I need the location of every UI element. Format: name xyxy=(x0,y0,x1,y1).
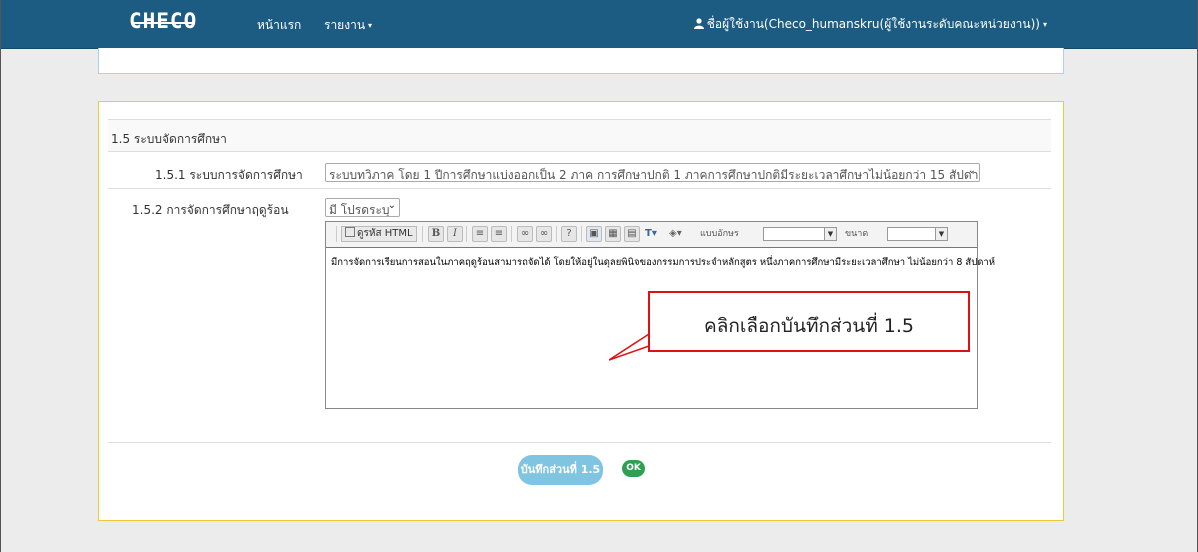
save-section-button[interactable]: บันทึกส่วนที่ 1.5 xyxy=(518,455,603,485)
bold-button[interactable]: B xyxy=(428,226,444,242)
toolbar-separator xyxy=(511,226,512,242)
chevron-down-icon: ⌄ xyxy=(387,200,396,211)
row-divider xyxy=(108,188,1051,189)
education-system-select[interactable]: ระบบทวิภาค โดย 1 ปีการศึกษาแบ่งออกเป็น 2… xyxy=(325,163,980,182)
image-button[interactable]: ▣ xyxy=(586,226,602,242)
horizontal-rule-button[interactable]: ▤ xyxy=(624,226,640,242)
callout-box: คลิกเลือกบันทึกส่วนที่ 1.5 xyxy=(648,291,970,352)
toolbar-separator xyxy=(422,226,423,242)
chevron-down-icon: ▾ xyxy=(368,21,373,30)
editor-toolbar: ดูรหัส HTML B I ≡ ≡ ∞ ∞ ? ▣ ▦ ▤ T▾ ◈▾ แบ… xyxy=(326,222,977,248)
summer-session-select[interactable]: มี โปรดระบุ ⌄ xyxy=(325,198,400,217)
chevron-down-icon: ▼ xyxy=(935,228,947,240)
previous-panel-bottom xyxy=(98,48,1064,74)
view-source-button[interactable]: ดูรหัส HTML xyxy=(341,226,417,242)
section-panel: 1.5 ระบบจัดการศึกษา 1.5.1 ระบบการจัดการศ… xyxy=(98,101,1064,521)
toolbar-separator xyxy=(466,226,467,242)
callout-text: คลิกเลือกบันทึกส่วนที่ 1.5 xyxy=(703,315,915,337)
unlink-icon: ∞ xyxy=(539,228,549,239)
italic-button[interactable]: I xyxy=(447,226,463,242)
background-color-button[interactable]: ◈▾ xyxy=(669,226,682,242)
brand-text: CHECO xyxy=(129,9,198,33)
font-family-label: แบบอักษร xyxy=(700,229,739,239)
help-button[interactable]: ? xyxy=(561,226,577,242)
row-label-summer-session: 1.5.2 การจัดการศึกษาฤดูร้อน xyxy=(132,203,289,217)
image-icon: ▣ xyxy=(589,228,599,239)
view-source-label: ดูรหัส HTML xyxy=(357,228,413,239)
font-size-combo[interactable]: ▼ xyxy=(887,227,948,241)
font-size-label: ขนาด xyxy=(845,229,869,239)
chevron-down-icon: ▾ xyxy=(1042,20,1047,29)
toolbar-separator xyxy=(336,226,337,242)
editor-content[interactable]: มีการจัดการเรียนการสอนในภาคฤดูร้อนสามารถ… xyxy=(331,255,995,270)
link-button[interactable]: ∞ xyxy=(517,226,533,242)
education-system-selected: ระบบทวิภาค โดย 1 ปีการศึกษาแบ่งออกเป็น 2… xyxy=(329,168,980,182)
italic-icon: I xyxy=(453,228,457,239)
top-navbar: CHECO หน้าแรก รายงาน ▾ ชื่อผู้ใช้งาน(Chec… xyxy=(1,0,1197,49)
summer-session-selected: มี โปรดระบุ xyxy=(329,203,390,217)
bold-icon: B xyxy=(431,228,441,239)
bulleted-list-icon: ≡ xyxy=(494,228,504,239)
font-family-combo[interactable]: ▼ xyxy=(763,227,837,241)
ok-status-badge: OK xyxy=(622,460,645,477)
unlink-button[interactable]: ∞ xyxy=(536,226,552,242)
chevron-down-icon: ▼ xyxy=(824,228,836,240)
nav-report-label: รายงาน xyxy=(324,18,366,32)
bulleted-list-button[interactable]: ≡ xyxy=(491,226,507,242)
background-color-icon: ◈▾ xyxy=(669,228,682,239)
text-color-icon: T▾ xyxy=(645,228,657,239)
user-menu-label: ชื่อผู้ใช้งาน(Checo_humanskru(ผู้ใช้งานร… xyxy=(706,17,1040,31)
nav-home-link[interactable]: หน้าแรก xyxy=(257,16,301,35)
toolbar-separator xyxy=(556,226,557,242)
brand-strike-decoration xyxy=(131,22,196,24)
toolbar-separator xyxy=(581,226,582,242)
text-color-button[interactable]: T▾ xyxy=(645,226,657,242)
numbered-list-button[interactable]: ≡ xyxy=(472,226,488,242)
row-label-education-system: 1.5.1 ระบบการจัดการศึกษา xyxy=(155,168,303,182)
source-icon xyxy=(345,227,355,237)
numbered-list-icon: ≡ xyxy=(475,228,485,239)
table-icon: ▦ xyxy=(608,228,618,239)
user-menu-dropdown[interactable]: ชื่อผู้ใช้งาน(Checo_humanskru(ผู้ใช้งานร… xyxy=(693,15,1047,34)
nav-report-dropdown[interactable]: รายงาน ▾ xyxy=(324,16,372,35)
footer-divider xyxy=(108,442,1051,443)
section-title: 1.5 ระบบจัดการศึกษา xyxy=(108,119,1051,152)
table-button[interactable]: ▦ xyxy=(605,226,621,242)
horizontal-rule-icon: ▤ xyxy=(627,228,637,239)
chevron-down-icon: ⌄ xyxy=(967,165,976,176)
brand-logo[interactable]: CHECO xyxy=(129,9,197,33)
link-icon: ∞ xyxy=(520,228,530,239)
user-icon xyxy=(693,18,704,32)
help-icon: ? xyxy=(566,228,572,239)
